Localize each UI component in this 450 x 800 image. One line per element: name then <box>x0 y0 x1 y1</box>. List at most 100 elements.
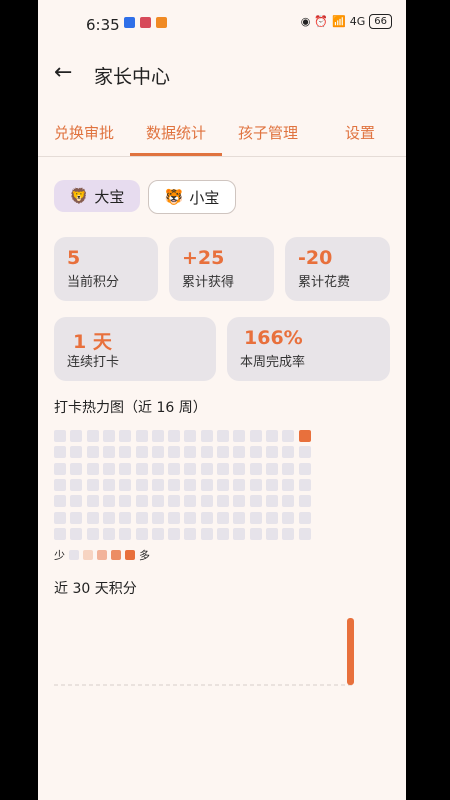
heatmap-cell <box>217 462 229 475</box>
heatmap-cell <box>184 478 197 491</box>
heatmap-cell <box>184 527 197 540</box>
heatmap-cell <box>102 430 115 442</box>
legend-swatch <box>83 550 93 560</box>
heatmap-cell <box>119 430 132 442</box>
heatmap-cell <box>200 511 213 524</box>
heatmap-cell <box>86 430 99 442</box>
heatmap-cell <box>70 495 83 508</box>
heatmap-cell <box>135 495 148 508</box>
heatmap-cell <box>265 478 278 491</box>
heatmap-cell <box>151 511 164 524</box>
legend-swatch <box>111 550 121 560</box>
heatmap-cell <box>102 511 115 524</box>
eye-icon: ◉ <box>300 15 311 28</box>
heatmap-cell <box>102 462 115 475</box>
stat-card-total-earned: +25 累计获得 <box>169 237 274 301</box>
heatmap-cell <box>249 462 262 475</box>
points-bar-chart <box>54 618 354 686</box>
network-label: 4G <box>349 15 366 28</box>
heatmap-cell <box>200 446 213 459</box>
page-title: 家长中心 <box>94 66 171 88</box>
tab-redeem-approval[interactable]: 兑换审批 <box>38 122 130 143</box>
heatmap-cell <box>282 495 295 508</box>
heatmap-cell <box>86 495 99 508</box>
tab-bar: 兑换审批 数据统计 孩子管理 设置 <box>38 110 406 157</box>
lion-icon: 🦁 <box>69 187 89 205</box>
heatmap-cell <box>168 446 181 459</box>
heatmap-cell <box>184 495 197 508</box>
heatmap-cell <box>86 478 99 491</box>
heatmap-cell <box>168 495 181 508</box>
tab-settings[interactable]: 设置 <box>314 122 406 143</box>
heatmap-cell <box>86 527 99 540</box>
heatmap-cell <box>298 462 311 475</box>
app-header: ← 家长中心 <box>38 52 406 98</box>
heatmap-cell <box>54 511 66 524</box>
stat-value: +25 <box>182 247 225 269</box>
heatmap-cell <box>54 527 66 540</box>
legend-low-label: 少 <box>54 549 65 562</box>
heatmap-cell <box>249 495 262 508</box>
child-chip-dabao[interactable]: 🦁 大宝 <box>54 180 140 212</box>
child-name: 小宝 <box>189 188 220 207</box>
status-bar: 6:35 ◉ ⏰ 📶 4G 66 <box>38 0 406 46</box>
heatmap-cell <box>54 478 66 491</box>
heatmap-cell <box>249 478 262 491</box>
stat-label: 连续打卡 <box>67 355 120 370</box>
heatmap-cell <box>168 527 181 540</box>
status-time: 6:35 <box>86 16 120 34</box>
heatmap-cell <box>168 511 181 524</box>
heatmap-cell <box>265 446 278 459</box>
heatmap-cell <box>217 478 229 491</box>
heatmap-cell <box>233 527 246 540</box>
child-chip-xiaobao[interactable]: 🐯 小宝 <box>148 180 236 214</box>
heatmap-cell <box>298 527 311 540</box>
chart-title: 近 30 天积分 <box>54 581 137 597</box>
heatmap-cell <box>102 478 115 491</box>
heatmap-cell <box>184 430 197 442</box>
heatmap-cell <box>282 511 295 524</box>
stat-label: 累计花费 <box>298 275 351 290</box>
heatmap-cell <box>135 446 148 459</box>
heatmap-cell <box>217 527 229 540</box>
app-notification-icon <box>124 17 135 28</box>
heatmap-cell <box>54 446 66 459</box>
heatmap-cell <box>119 511 132 524</box>
heatmap-cell <box>282 527 295 540</box>
heatmap-cell <box>168 430 181 442</box>
tab-child-management[interactable]: 孩子管理 <box>222 122 314 143</box>
child-name: 大宝 <box>94 187 125 206</box>
legend-swatch <box>97 550 107 560</box>
heatmap-cell <box>217 495 229 508</box>
heatmap-cell <box>200 495 213 508</box>
heatmap-cell <box>282 462 295 475</box>
heatmap-cell <box>135 511 148 524</box>
status-right: ◉ ⏰ 📶 4G 66 <box>301 14 392 29</box>
back-arrow-icon[interactable]: ← <box>54 60 72 85</box>
heatmap-cell <box>184 511 197 524</box>
heatmap-cell <box>151 430 164 442</box>
heatmap-cell <box>151 478 164 491</box>
heatmap-cell <box>70 462 83 475</box>
heatmap-cell <box>70 430 83 442</box>
stat-value: 1 天 <box>73 331 112 353</box>
heatmap-cell <box>233 511 246 524</box>
stat-card-streak: 1 天 连续打卡 <box>54 317 216 381</box>
heatmap-cell <box>233 446 246 459</box>
tab-statistics[interactable]: 数据统计 <box>130 122 222 143</box>
heatmap-cell <box>119 478 132 491</box>
heatmap-cell <box>70 527 83 540</box>
heatmap-cell <box>54 430 66 442</box>
heatmap-cell <box>200 527 213 540</box>
heatmap-cell <box>135 430 148 442</box>
stat-label: 当前积分 <box>67 275 120 290</box>
chart-bar <box>347 618 354 685</box>
app-notification-icon <box>156 17 167 28</box>
heatmap-cell <box>282 430 295 442</box>
heatmap-cell <box>200 462 213 475</box>
heatmap-cell <box>249 511 262 524</box>
heatmap-cell <box>119 446 132 459</box>
heatmap-cell <box>184 446 197 459</box>
legend-high-label: 多 <box>139 549 150 562</box>
heatmap-cell <box>168 478 181 491</box>
